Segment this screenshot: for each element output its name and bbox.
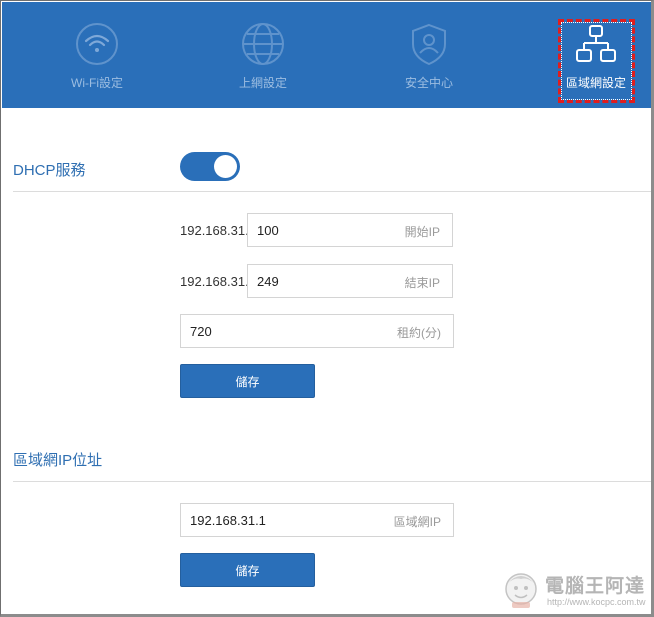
divider	[13, 191, 651, 192]
watermark: 電腦王阿達 http://www.kocpc.com.tw	[503, 567, 648, 613]
lease-field[interactable]: 720 租約(分)	[180, 314, 454, 348]
nav-item-internet[interactable]: 上網設定	[198, 2, 328, 108]
wifi-icon	[75, 22, 119, 66]
lease-value: 720	[190, 324, 212, 339]
nav-item-label: 安全中心	[404, 76, 453, 90]
lease-hint: 租約(分)	[397, 326, 441, 340]
highlight-annotation	[558, 19, 635, 103]
nav-item-security[interactable]: 安全中心	[364, 2, 494, 108]
toggle-knob	[214, 155, 237, 178]
end-ip-field[interactable]: 249 結束IP	[247, 264, 453, 298]
lan-save-button[interactable]: 儲存	[180, 553, 315, 587]
end-ip-value: 249	[257, 274, 279, 289]
start-ip-prefix: 192.168.31.	[180, 223, 249, 238]
end-ip-hint: 結束IP	[404, 276, 440, 290]
dhcp-save-button[interactable]: 儲存	[180, 364, 315, 398]
end-ip-prefix: 192.168.31.	[180, 274, 249, 289]
lan-ip-value: 192.168.31.1	[190, 513, 266, 528]
top-nav: Wi-Fi設定 上網設定 安全中心 區域網設定	[2, 2, 651, 108]
nav-item-wifi[interactable]: Wi-Fi設定	[32, 2, 162, 108]
lan-ip-hint: 區域網IP	[393, 515, 441, 529]
nav-item-label: Wi-Fi設定	[71, 76, 123, 90]
page-frame: Wi-Fi設定 上網設定 安全中心 區域網設定 DHCP服務 192.168.3…	[0, 0, 654, 617]
watermark-url: http://www.kocpc.com.tw	[547, 597, 646, 607]
dhcp-toggle[interactable]	[180, 152, 240, 181]
mascot-icon	[503, 569, 539, 609]
watermark-title: 電腦王阿達	[545, 575, 646, 597]
dhcp-section-title: DHCP服務	[13, 162, 86, 179]
globe-icon	[241, 22, 285, 66]
divider	[13, 481, 651, 482]
start-ip-value: 100	[257, 223, 279, 238]
nav-item-label: 上網設定	[238, 76, 287, 90]
start-ip-field[interactable]: 100 開始IP	[247, 213, 453, 247]
shield-user-icon	[407, 22, 451, 66]
start-ip-hint: 開始IP	[404, 225, 440, 239]
lan-ip-field[interactable]: 192.168.31.1 區域網IP	[180, 503, 454, 537]
lan-section-title: 區域網IP位址	[13, 452, 103, 469]
